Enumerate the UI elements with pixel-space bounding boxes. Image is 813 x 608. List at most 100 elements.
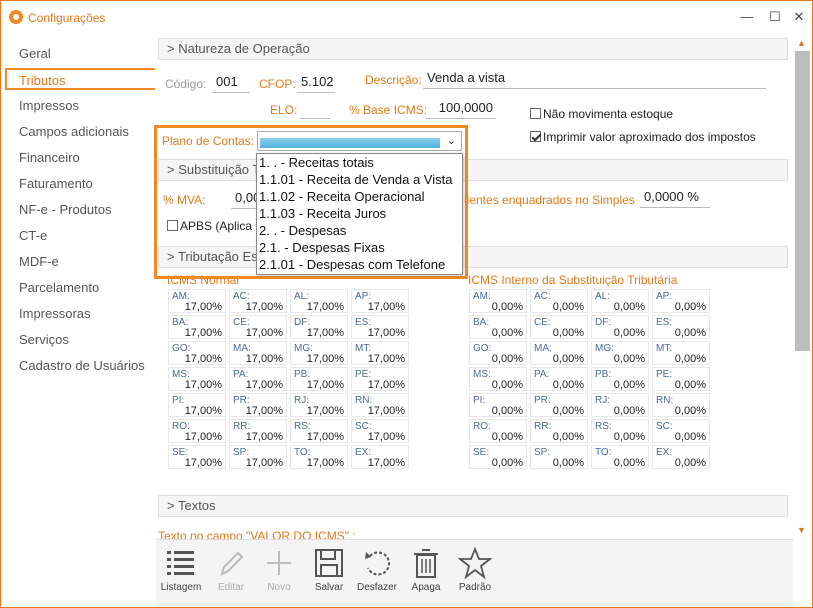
icms-rate-cell[interactable]: MT: 17,00% bbox=[351, 341, 409, 365]
rate-value[interactable]: 0,00% bbox=[553, 457, 584, 469]
sidebar-item-mdfe[interactable]: MDF-e bbox=[5, 251, 155, 273]
sidebar-item-campos-adicionais[interactable]: Campos adicionais bbox=[5, 121, 155, 143]
rate-value[interactable]: 17,00% bbox=[246, 353, 283, 365]
rate-value[interactable]: 17,00% bbox=[307, 327, 344, 339]
icms-rate-cell[interactable]: MS: 0,00% bbox=[469, 367, 527, 391]
icms-rate-cell[interactable]: RJ: 17,00% bbox=[290, 393, 348, 417]
icms-rate-cell[interactable]: PR: 17,00% bbox=[229, 393, 287, 417]
rate-value[interactable]: 0,00% bbox=[614, 379, 645, 391]
rate-value[interactable]: 0,00% bbox=[492, 327, 523, 339]
rate-value[interactable]: 17,00% bbox=[307, 301, 344, 313]
icms-rate-cell[interactable]: GO: 0,00% bbox=[469, 341, 527, 365]
rate-value[interactable]: 0,00% bbox=[614, 431, 645, 443]
desfazer-button[interactable]: Desfazer bbox=[354, 546, 400, 604]
dropdown-option[interactable]: 1.1.01 - Receita de Venda a Vista bbox=[257, 171, 462, 188]
icms-rate-cell[interactable]: RO: 0,00% bbox=[469, 419, 527, 443]
icms-rate-cell[interactable]: AM: 0,00% bbox=[469, 289, 527, 313]
sidebar-item-geral[interactable]: Geral bbox=[5, 43, 155, 65]
rate-value[interactable]: 17,00% bbox=[185, 327, 222, 339]
icms-rate-cell[interactable]: RN: 17,00% bbox=[351, 393, 409, 417]
icms-rate-cell[interactable]: PB: 17,00% bbox=[290, 367, 348, 391]
icms-rate-cell[interactable]: RR: 0,00% bbox=[530, 419, 588, 443]
dropdown-option[interactable]: 2.1. - Despesas Fixas bbox=[257, 239, 462, 256]
rate-value[interactable]: 17,00% bbox=[368, 327, 405, 339]
sidebar-item-tributos[interactable]: Tributos bbox=[5, 68, 155, 90]
section-natureza-header[interactable]: > Natureza de Operação bbox=[158, 38, 788, 60]
rate-value[interactable]: 0,00% bbox=[675, 379, 706, 391]
icms-rate-cell[interactable]: ES: 17,00% bbox=[351, 315, 409, 339]
dropdown-option[interactable]: 1.1.03 - Receita Juros bbox=[257, 205, 462, 222]
icms-rate-cell[interactable]: MA: 0,00% bbox=[530, 341, 588, 365]
icms-rate-cell[interactable]: PE: 17,00% bbox=[351, 367, 409, 391]
rate-value[interactable]: 17,00% bbox=[368, 353, 405, 365]
icms-rate-cell[interactable]: SE: 17,00% bbox=[168, 445, 226, 469]
icms-rate-cell[interactable]: DF: 17,00% bbox=[290, 315, 348, 339]
rate-value[interactable]: 17,00% bbox=[368, 457, 405, 469]
rate-value[interactable]: 0,00% bbox=[614, 327, 645, 339]
icms-rate-cell[interactable]: EX: 17,00% bbox=[351, 445, 409, 469]
icms-rate-cell[interactable]: PI: 0,00% bbox=[469, 393, 527, 417]
icms-rate-cell[interactable]: MS: 17,00% bbox=[168, 367, 226, 391]
icms-rate-cell[interactable]: RS: 17,00% bbox=[290, 419, 348, 443]
icms-rate-cell[interactable]: AP: 0,00% bbox=[652, 289, 710, 313]
icms-rate-cell[interactable]: CE: 17,00% bbox=[229, 315, 287, 339]
icms-rate-cell[interactable]: CE: 0,00% bbox=[530, 315, 588, 339]
editar-button[interactable]: Editar bbox=[208, 546, 254, 604]
rate-value[interactable]: 0,00% bbox=[492, 405, 523, 417]
nao-movimenta-checkbox[interactable]: Não movimenta estoque bbox=[530, 107, 673, 121]
sidebar-item-parcelamento[interactable]: Parcelamento bbox=[5, 277, 155, 299]
icms-rate-cell[interactable]: PA: 0,00% bbox=[530, 367, 588, 391]
cfop-field[interactable]: 5.102 bbox=[297, 71, 335, 93]
icms-rate-cell[interactable]: SC: 17,00% bbox=[351, 419, 409, 443]
rate-value[interactable]: 0,00% bbox=[675, 327, 706, 339]
icms-rate-cell[interactable]: BA: 17,00% bbox=[168, 315, 226, 339]
icms-rate-cell[interactable]: AP: 17,00% bbox=[351, 289, 409, 313]
rate-value[interactable]: 0,00% bbox=[675, 353, 706, 365]
sidebar-item-impressoras[interactable]: Impressoras bbox=[5, 303, 155, 325]
rate-value[interactable]: 0,00% bbox=[553, 431, 584, 443]
rate-value[interactable]: 0,00% bbox=[553, 327, 584, 339]
icms-rate-cell[interactable]: TO: 0,00% bbox=[591, 445, 649, 469]
dropdown-option[interactable]: 2.1.01 - Despesas com Telefone bbox=[257, 256, 462, 273]
chevron-down-icon[interactable]: ⌄ bbox=[447, 134, 456, 147]
icms-rate-cell[interactable]: RS: 0,00% bbox=[591, 419, 649, 443]
sidebar-item-impressos[interactable]: Impressos bbox=[5, 95, 155, 117]
sidebar-item-cte[interactable]: CT-e bbox=[5, 225, 155, 247]
rate-value[interactable]: 17,00% bbox=[368, 379, 405, 391]
rate-value[interactable]: 17,00% bbox=[307, 379, 344, 391]
rate-value[interactable]: 0,00% bbox=[492, 379, 523, 391]
icms-rate-cell[interactable]: AL: 17,00% bbox=[290, 289, 348, 313]
rate-value[interactable]: 17,00% bbox=[307, 353, 344, 365]
rate-value[interactable]: 0,00% bbox=[492, 301, 523, 313]
rate-value[interactable]: 17,00% bbox=[368, 301, 405, 313]
rate-value[interactable]: 0,00% bbox=[614, 353, 645, 365]
rate-value[interactable]: 17,00% bbox=[246, 405, 283, 417]
sidebar-item-cadastro-usuarios[interactable]: Cadastro de Usuários bbox=[5, 355, 155, 377]
rate-value[interactable]: 17,00% bbox=[307, 405, 344, 417]
scroll-down-icon[interactable]: ▼ bbox=[797, 525, 806, 535]
rate-value[interactable]: 0,00% bbox=[614, 457, 645, 469]
simples-field[interactable]: 0,0000 % bbox=[640, 186, 710, 208]
rate-value[interactable]: 17,00% bbox=[185, 379, 222, 391]
dropdown-option[interactable]: 2. . - Despesas bbox=[257, 222, 462, 239]
icms-rate-cell[interactable]: ES: 0,00% bbox=[652, 315, 710, 339]
icms-rate-cell[interactable]: RR: 17,00% bbox=[229, 419, 287, 443]
icms-rate-cell[interactable]: AL: 0,00% bbox=[591, 289, 649, 313]
rate-value[interactable]: 0,00% bbox=[492, 353, 523, 365]
icms-rate-cell[interactable]: PA: 17,00% bbox=[229, 367, 287, 391]
icms-rate-cell[interactable]: MG: 17,00% bbox=[290, 341, 348, 365]
descricao-field[interactable]: Venda a vista bbox=[423, 67, 766, 89]
base-icms-field[interactable]: 100,0000 bbox=[426, 97, 496, 119]
rate-value[interactable]: 17,00% bbox=[246, 431, 283, 443]
icms-rate-cell[interactable]: SP: 0,00% bbox=[530, 445, 588, 469]
icms-rate-cell[interactable]: AM: 17,00% bbox=[168, 289, 226, 313]
icms-rate-cell[interactable]: SP: 17,00% bbox=[229, 445, 287, 469]
icms-rate-cell[interactable]: RO: 17,00% bbox=[168, 419, 226, 443]
salvar-button[interactable]: Salvar bbox=[306, 546, 352, 604]
checkbox-checked-box[interactable] bbox=[530, 131, 541, 142]
rate-value[interactable]: 17,00% bbox=[185, 353, 222, 365]
elo-field[interactable] bbox=[300, 97, 330, 119]
rate-value[interactable]: 0,00% bbox=[675, 405, 706, 417]
rate-value[interactable]: 17,00% bbox=[185, 301, 222, 313]
scroll-thumb[interactable] bbox=[795, 51, 810, 351]
